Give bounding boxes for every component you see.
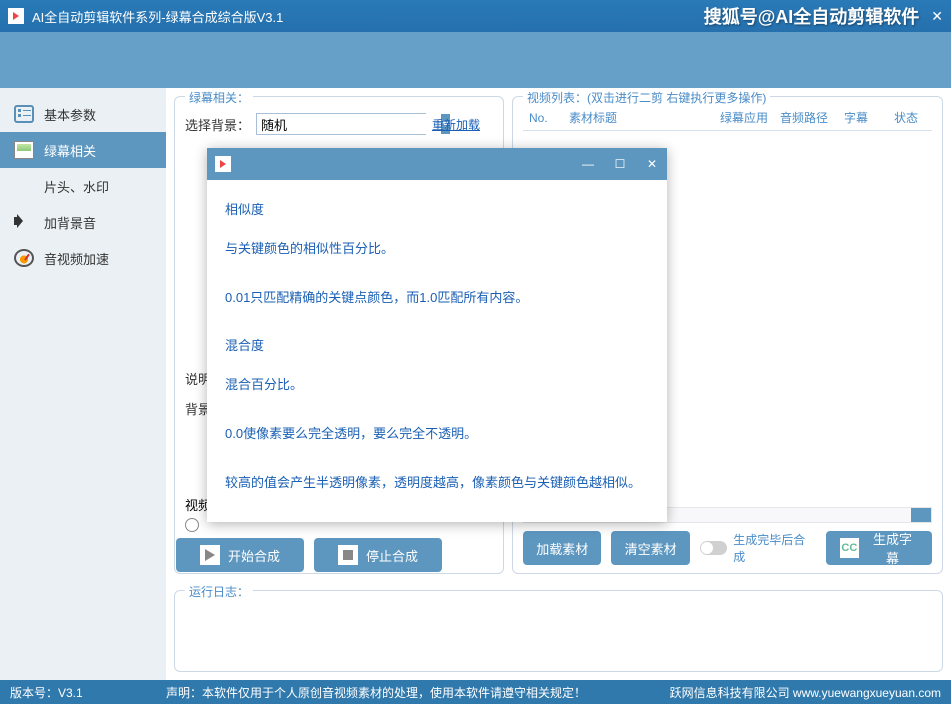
app-logo-icon [8, 8, 24, 24]
play-icon [200, 545, 220, 565]
flower-icon [14, 179, 34, 193]
radio-option[interactable] [185, 518, 199, 532]
titlebar: AI全自动剪辑软件系列-绿幕合成综合版V3.1 搜狐号@AI全自动剪辑软件 ✕ [0, 0, 951, 32]
panel-title: 视频列表：(双击进行二剪 右键执行更多操作) [523, 89, 770, 106]
sidebar-item-speed[interactable]: 音视频加速 [0, 240, 166, 276]
stop-icon [338, 545, 358, 565]
speaker-icon [14, 213, 34, 231]
help-dialog: ― ☐ ✕ 相似度 与关键颜色的相似性百分比。 0.01只匹配精确的关键点颜色，… [207, 148, 667, 522]
reload-link[interactable]: 重新加载 [432, 116, 480, 133]
list-icon [14, 105, 34, 123]
sidebar-item-bgm[interactable]: 加背景音 [0, 204, 166, 240]
screen-icon [14, 141, 34, 159]
sidebar-item-greenscreen[interactable]: 绿幕相关 [0, 132, 166, 168]
sidebar-item-label: 绿幕相关 [44, 141, 96, 160]
col-sub: 字幕 [838, 109, 888, 126]
sidebar-item-basic[interactable]: 基本参数 [0, 96, 166, 132]
company-label: 跃网信息科技有限公司 www.yuewangxueyuan.com [670, 684, 941, 701]
help-text: 与关键颜色的相似性百分比。 [225, 239, 649, 260]
help-text: 混合度 [225, 336, 649, 357]
dialog-body: 相似度 与关键颜色的相似性百分比。 0.01只匹配精确的关键点颜色，而1.0匹配… [207, 180, 667, 532]
panel-title: 运行日志： [185, 583, 253, 600]
dialog-titlebar[interactable]: ― ☐ ✕ [207, 148, 667, 180]
button-label: 停止合成 [366, 546, 418, 565]
watermark-text: 搜狐号@AI全自动剪辑软件 [704, 3, 920, 29]
sidebar-item-label: 片头、水印 [44, 177, 109, 196]
sidebar-item-label: 加背景音 [44, 213, 96, 232]
panel-title: 绿幕相关： [185, 89, 253, 106]
close-icon[interactable]: ✕ [645, 157, 659, 171]
window-close-icon[interactable]: ✕ [931, 8, 943, 25]
version-label: 版本号：V3.1 [10, 684, 166, 701]
bg-input[interactable] [257, 114, 441, 134]
compose-after-toggle[interactable]: 生成完毕后合成 [700, 531, 816, 565]
sidebar: 基本参数 绿幕相关 片头、水印 加背景音 音视频加速 [0, 88, 166, 680]
col-no: No. [523, 111, 563, 125]
cc-icon: CC [840, 538, 860, 558]
statusbar: 版本号：V3.1 声明：本软件仅用于个人原创音视频素材的处理，使用本软件请遵守相… [0, 680, 951, 704]
dialog-logo-icon [215, 156, 231, 172]
clear-material-button[interactable]: 清空素材 [611, 531, 689, 565]
help-text: 混合百分比。 [225, 375, 649, 396]
app-title: AI全自动剪辑软件系列-绿幕合成综合版V3.1 [32, 7, 283, 26]
generate-subtitle-button[interactable]: CC 生成字幕 [826, 531, 932, 565]
toggle-label: 生成完毕后合成 [733, 531, 815, 565]
col-app: 绿幕应用 [714, 109, 774, 126]
help-text: 相似度 [225, 200, 649, 221]
col-stat: 状态 [888, 109, 932, 126]
table-header: No. 素材标题 绿幕应用 音频路径 字幕 状态 [523, 105, 932, 131]
stop-compose-button[interactable]: 停止合成 [314, 538, 442, 572]
sidebar-item-label: 音视频加速 [44, 249, 109, 268]
col-title: 素材标题 [563, 109, 714, 126]
col-audio: 音频路径 [774, 109, 838, 126]
toolbar [0, 32, 951, 88]
gauge-icon [14, 249, 34, 267]
help-text: 较高的值会产生半透明像素，透明度越高，像素颜色与关键颜色越相似。 [225, 473, 649, 494]
help-text: 0.01只匹配精确的关键点颜色，而1.0匹配所有内容。 [225, 288, 649, 309]
toggle-track[interactable] [700, 541, 727, 555]
button-label: 开始合成 [228, 546, 280, 565]
minimize-icon[interactable]: ― [581, 157, 595, 171]
load-material-button[interactable]: 加载素材 [523, 531, 601, 565]
sidebar-item-label: 基本参数 [44, 105, 96, 124]
bg-combobox[interactable]: ▼ [256, 113, 426, 135]
help-text: 0.0使像素要么完全透明，要么完全不透明。 [225, 424, 649, 445]
log-panel: 运行日志： [174, 590, 943, 672]
start-compose-button[interactable]: 开始合成 [176, 538, 304, 572]
sidebar-item-intro-watermark[interactable]: 片头、水印 [0, 168, 166, 204]
maximize-icon[interactable]: ☐ [613, 157, 627, 171]
button-label: 生成字幕 [867, 529, 918, 567]
disclaimer-label: 声明：本软件仅用于个人原创音视频素材的处理，使用本软件请遵守相关规定！ [166, 684, 586, 701]
bg-label: 选择背景： [185, 115, 250, 134]
